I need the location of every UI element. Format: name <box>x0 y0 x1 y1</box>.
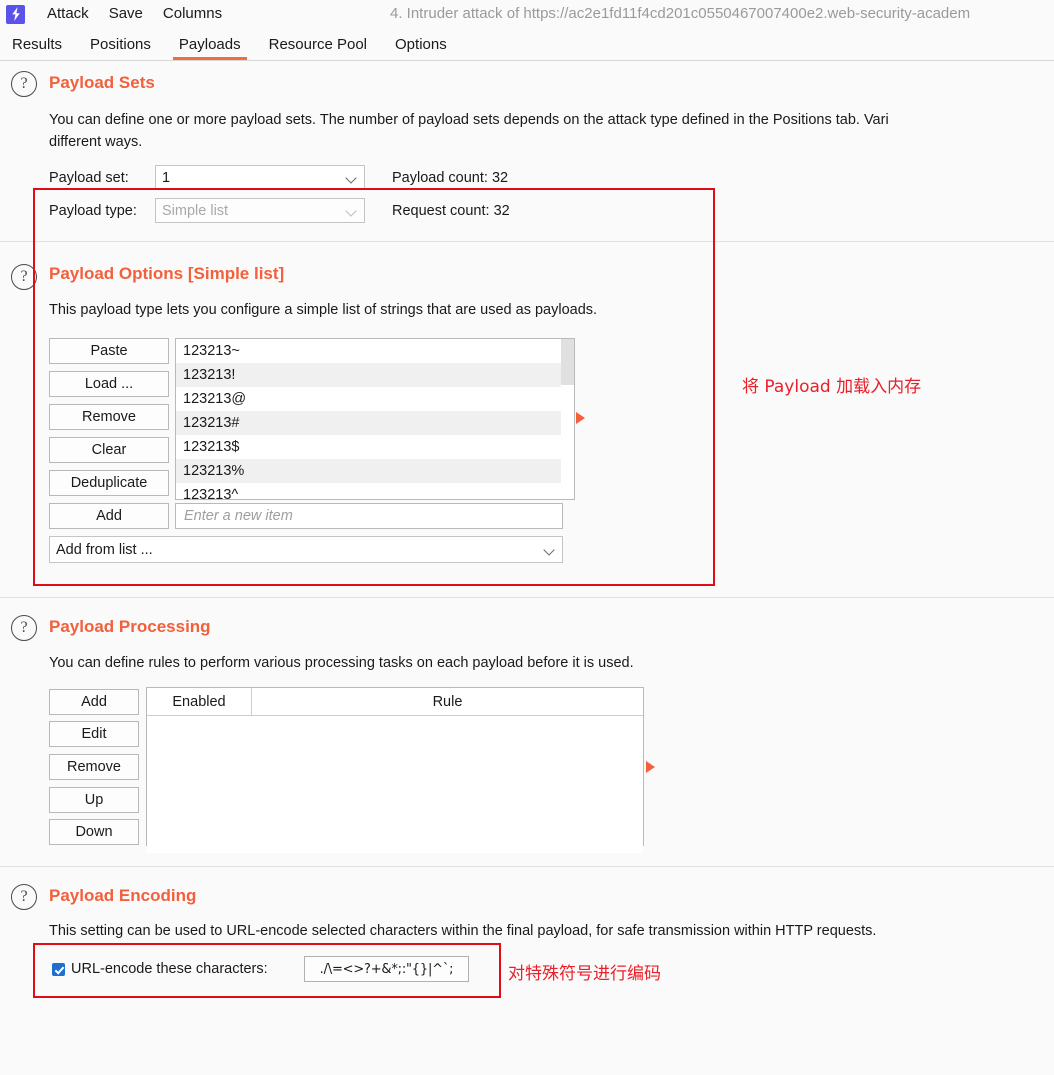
add-from-list-select[interactable]: Add from list ... <box>49 536 563 563</box>
list-item[interactable]: 123213^ <box>176 483 574 499</box>
payload-type-select[interactable]: Simple list <box>155 198 365 223</box>
payload-set-label: Payload set: <box>49 170 129 186</box>
add-button[interactable]: Add <box>49 503 169 529</box>
tab-results[interactable]: Results <box>0 36 76 60</box>
column-header-enabled[interactable]: Enabled <box>147 688 252 715</box>
processing-down-button[interactable]: Down <box>49 819 139 845</box>
processing-edit-button[interactable]: Edit <box>49 721 139 747</box>
remove-button[interactable]: Remove <box>49 404 169 430</box>
section-divider <box>0 241 1054 242</box>
window-title: 4. Intruder attack of https://ac2e1fd11f… <box>390 5 971 22</box>
list-item[interactable]: 123213$ <box>176 435 574 459</box>
payload-sets-title: Payload Sets <box>49 73 155 92</box>
payload-count-label: Payload count: 32 <box>392 170 509 186</box>
list-item[interactable]: 123213@ <box>176 387 574 411</box>
scrollbar-thumb[interactable] <box>561 339 574 385</box>
annotation-encode-special-chars: 对特殊符号进行编码 <box>508 964 661 984</box>
payload-processing-description: You can define rules to perform various … <box>49 655 634 671</box>
payload-sets-description-line2: different ways. <box>49 134 143 150</box>
question-mark-icon[interactable]: ? <box>11 264 37 290</box>
chevron-down-icon <box>346 205 358 217</box>
payload-list-scrollbar[interactable] <box>561 339 574 499</box>
tab-positions[interactable]: Positions <box>76 36 165 60</box>
clear-button[interactable]: Clear <box>49 437 169 463</box>
url-encode-label: URL-encode these characters: <box>71 961 268 977</box>
payload-list[interactable]: 123213~ 123213! 123213@ 123213# 123213$ … <box>175 338 575 500</box>
question-mark-icon[interactable]: ? <box>11 884 37 910</box>
payload-options-title: Payload Options [Simple list] <box>49 264 285 283</box>
burp-intruder-window: Attack Save Columns 4. Intruder attack o… <box>0 0 1054 1075</box>
tab-options[interactable]: Options <box>381 36 461 60</box>
list-item[interactable]: 123213! <box>176 363 574 387</box>
payload-sets-description-line1: You can define one or more payload sets.… <box>49 112 889 128</box>
payload-encoding-description: This setting can be used to URL-encode s… <box>49 923 877 939</box>
question-mark-icon[interactable]: ? <box>11 71 37 97</box>
payload-processing-title: Payload Processing <box>49 617 211 636</box>
new-item-placeholder: Enter a new item <box>184 508 293 524</box>
list-item[interactable]: 123213~ <box>176 339 574 363</box>
menu-item-attack[interactable]: Attack <box>37 0 99 28</box>
section-divider <box>0 866 1054 867</box>
column-header-rule[interactable]: Rule <box>252 688 643 715</box>
list-item[interactable]: 123213# <box>176 411 574 435</box>
url-encode-characters-input[interactable]: ./\=<>?+&*;:"{}|^`; <box>304 956 469 982</box>
payload-encoding-title: Payload Encoding <box>49 886 197 905</box>
table-body-empty <box>147 716 643 853</box>
tab-resource-pool[interactable]: Resource Pool <box>255 36 381 60</box>
payload-type-label: Payload type: <box>49 203 137 219</box>
table-header-row: Enabled Rule <box>147 688 643 716</box>
tab-payloads[interactable]: Payloads <box>165 36 255 60</box>
processing-remove-button[interactable]: Remove <box>49 754 139 780</box>
menu-item-save[interactable]: Save <box>99 0 153 28</box>
orange-triangle-marker-icon <box>646 761 655 773</box>
burp-lightning-icon <box>6 4 25 24</box>
url-encode-checkbox[interactable] <box>52 963 65 976</box>
annotation-load-payload: 将 Payload 加载入内存 <box>742 377 922 397</box>
menu-item-columns[interactable]: Columns <box>153 0 232 28</box>
paste-button[interactable]: Paste <box>49 338 169 364</box>
load-button[interactable]: Load ... <box>49 371 169 397</box>
processing-add-button[interactable]: Add <box>49 689 139 715</box>
add-from-list-value: Add from list ... <box>56 541 153 558</box>
payload-type-value: Simple list <box>162 202 229 219</box>
processing-up-button[interactable]: Up <box>49 787 139 813</box>
orange-triangle-marker-icon <box>576 412 585 424</box>
deduplicate-button[interactable]: Deduplicate <box>49 470 169 496</box>
new-item-input[interactable]: Enter a new item <box>175 503 563 529</box>
request-count-label: Request count: 32 <box>392 203 510 219</box>
tab-strip: Results Positions Payloads Resource Pool… <box>0 28 1054 61</box>
payload-processing-rules-table[interactable]: Enabled Rule <box>146 687 644 853</box>
section-divider <box>0 597 1054 598</box>
chevron-down-icon <box>346 172 358 184</box>
payload-options-description: This payload type lets you configure a s… <box>49 302 598 318</box>
payload-set-value: 1 <box>162 169 171 186</box>
chevron-down-icon <box>544 544 556 556</box>
payload-set-select[interactable]: 1 <box>155 165 365 190</box>
list-item[interactable]: 123213% <box>176 459 574 483</box>
question-mark-icon[interactable]: ? <box>11 615 37 641</box>
